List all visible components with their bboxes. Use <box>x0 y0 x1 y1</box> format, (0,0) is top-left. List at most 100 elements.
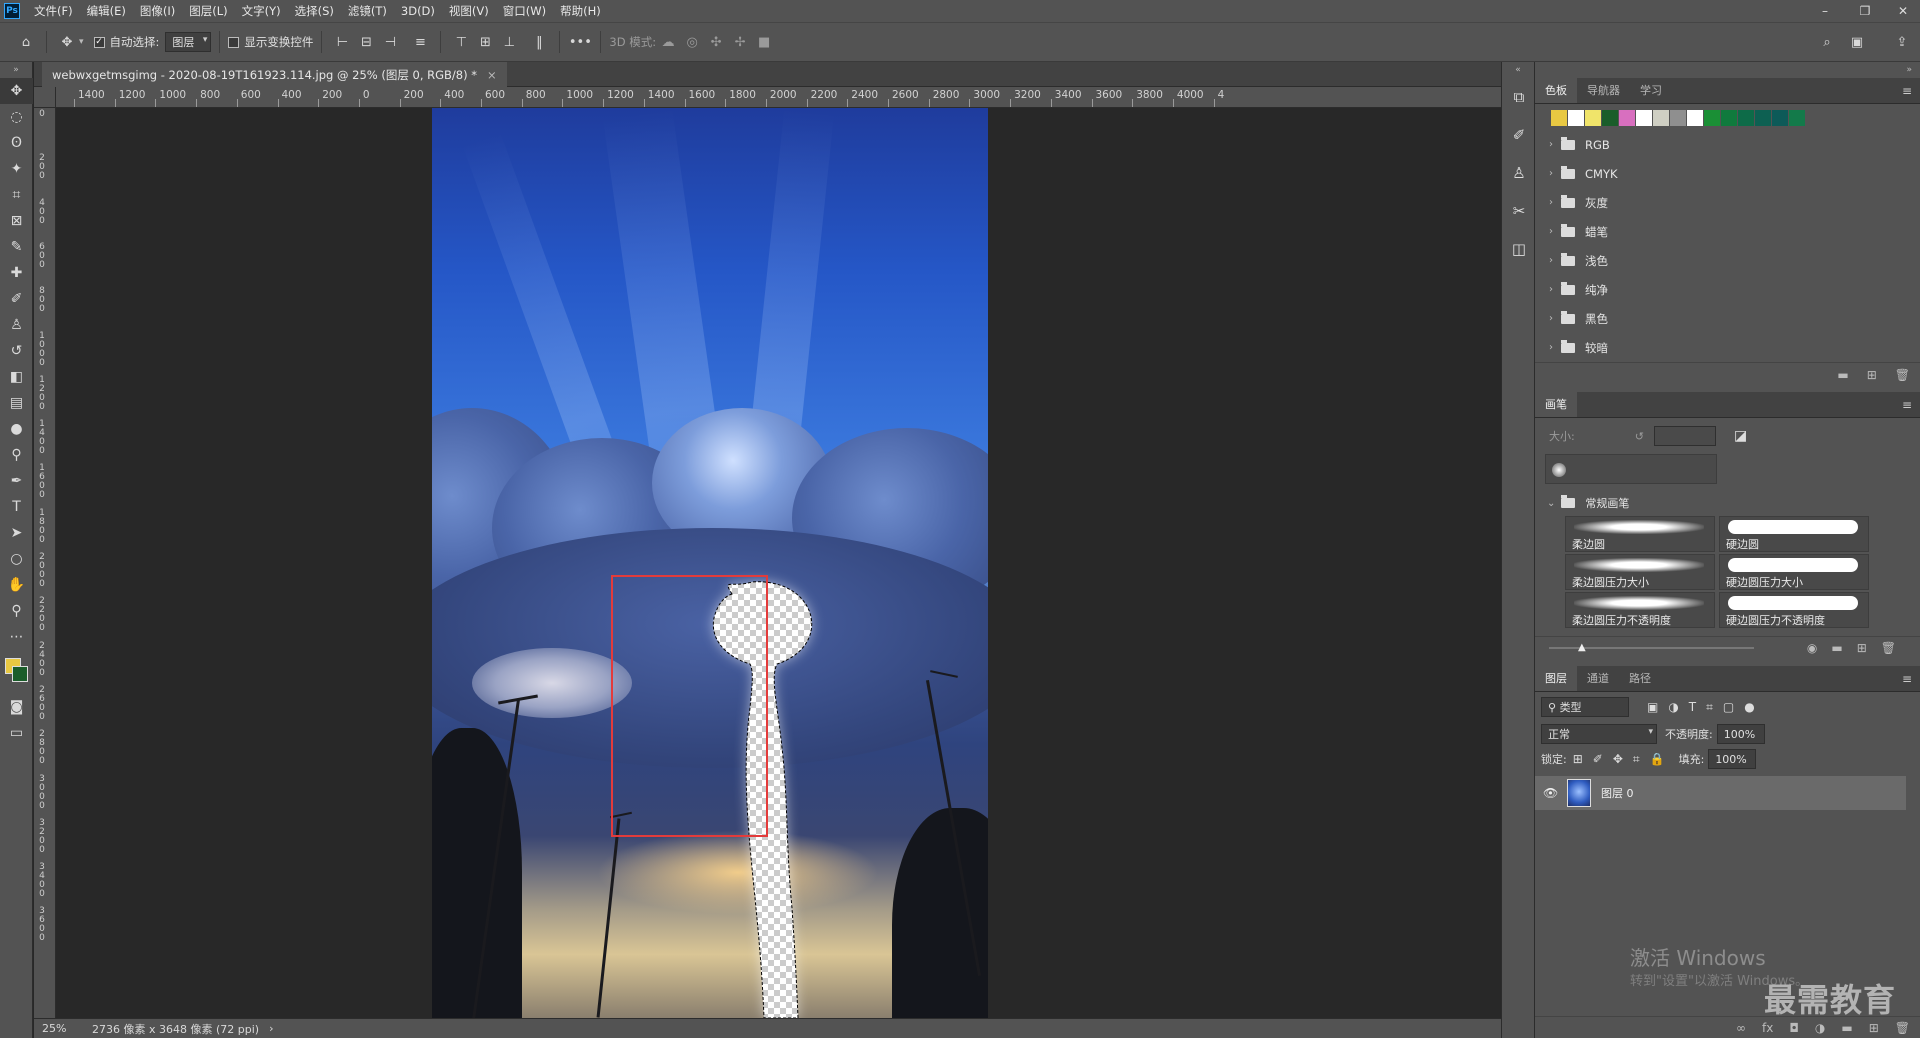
collapse-toolbox-icon[interactable]: » <box>0 62 32 78</box>
folder-expand-icon[interactable]: › <box>1549 342 1553 353</box>
menu-help[interactable]: 帮助(H) <box>560 3 601 19</box>
restore-button[interactable]: ❐ <box>1850 0 1880 22</box>
brush-size-field[interactable] <box>1653 426 1716 446</box>
color-swatch[interactable] <box>1551 110 1567 126</box>
brush-preset[interactable]: 柔边圆压力大小 <box>1565 554 1715 590</box>
status-menu-arrow[interactable]: › <box>269 1022 273 1035</box>
workspace-icon[interactable]: ▣ <box>1845 30 1869 54</box>
auto-select-target-select[interactable]: 图层 <box>165 32 212 52</box>
layers-panel-menu-icon[interactable]: ≡ <box>1902 672 1912 686</box>
brush-group-name[interactable]: 常规画笔 <box>1585 495 1629 511</box>
swatch-folder[interactable]: › 较暗 <box>1535 333 1920 362</box>
color-swatch[interactable] <box>1704 110 1720 126</box>
delete-swatch-icon[interactable]: 🗑 <box>1895 368 1910 382</box>
align-middle-v-icon[interactable]: ⊞ <box>473 30 497 54</box>
delete-layer-icon[interactable]: 🗑 <box>1895 1021 1910 1035</box>
tab-paths[interactable]: 路径 <box>1619 665 1661 691</box>
quick-mask-icon[interactable]: ◙ <box>0 694 33 720</box>
group-expand-icon[interactable]: ⌄ <box>1547 498 1555 509</box>
menu-edit[interactable]: 编辑(E) <box>87 3 126 19</box>
dodge-tool-icon[interactable]: ⚲ <box>0 442 33 468</box>
align-top-icon[interactable]: ⊤ <box>449 30 473 54</box>
brush-preset[interactable]: 柔边圆 <box>1565 516 1715 552</box>
3d-pan-icon[interactable]: ✣ <box>704 30 728 54</box>
stamp-tool-icon[interactable]: ♙ <box>0 312 33 338</box>
color-swatch[interactable] <box>1619 110 1635 126</box>
lasso-tool-icon[interactable]: ʘ <box>0 130 33 156</box>
distribute-v-icon[interactable]: ‖ <box>527 30 551 54</box>
eraser-tool-icon[interactable]: ◧ <box>0 364 33 390</box>
swatch-folder[interactable]: › 灰度 <box>1535 188 1920 217</box>
hand-tool-icon[interactable]: ✋ <box>0 572 33 598</box>
distribute-h-icon[interactable]: ≡ <box>408 30 432 54</box>
menu-view[interactable]: 视图(V) <box>449 3 489 19</box>
swatch-folder[interactable]: › 蜡笔 <box>1535 217 1920 246</box>
ruler-origin[interactable] <box>34 87 56 108</box>
lock-icons[interactable]: ⊞✐✥⌗🔒 <box>1573 752 1675 767</box>
swatch-folder[interactable]: › 纯净 <box>1535 275 1920 304</box>
eyedropper-tool-icon[interactable]: ✎ <box>0 234 33 260</box>
brush-preset[interactable]: 柔边圆压力不透明度 <box>1565 592 1715 628</box>
tool-presets-icon[interactable]: ✂ <box>1502 192 1536 230</box>
swatch-folder[interactable]: › 浅色 <box>1535 246 1920 275</box>
move-tool-icon[interactable]: ✥ <box>0 78 33 104</box>
align-center-h-icon[interactable]: ⊟ <box>354 30 378 54</box>
panel-menu-icon[interactable]: ≡ <box>1902 84 1912 98</box>
fill-field[interactable]: 100% <box>1708 749 1757 769</box>
color-swatch[interactable] <box>1789 110 1805 126</box>
layer-filter-icons[interactable]: ▣◑T⌗▢● <box>1647 700 1765 715</box>
history-brush-tool-icon[interactable]: ↺ <box>0 338 33 364</box>
layer-visibility-eye-icon[interactable]: 👁 <box>1543 786 1561 800</box>
healing-brush-tool-icon[interactable]: ✚ <box>0 260 33 286</box>
type-tool-icon[interactable]: T <box>0 494 33 520</box>
gradient-tool-icon[interactable]: ▤ <box>0 390 33 416</box>
brush-preset[interactable]: 硬边圆压力大小 <box>1719 554 1869 590</box>
opacity-field[interactable]: 100% <box>1716 724 1765 744</box>
pen-tool-icon[interactable]: ✒ <box>0 468 33 494</box>
folder-expand-icon[interactable]: › <box>1549 197 1553 208</box>
background-color-swatch[interactable] <box>12 666 28 682</box>
zoom-tool-icon[interactable]: ⚲ <box>0 598 33 624</box>
show-transform-checkbox[interactable] <box>228 36 240 48</box>
layer-filter-select[interactable]: ⚲ 类型 <box>1541 697 1629 717</box>
brush-preset[interactable]: 硬边圆压力不透明度 <box>1719 592 1869 628</box>
brush-settings-toggle-icon[interactable]: ◪ <box>1734 428 1747 444</box>
clone-source-icon[interactable]: ♙ <box>1502 154 1536 192</box>
tab-layers[interactable]: 图层 <box>1535 665 1577 691</box>
3d-orbit-icon[interactable]: ☁ <box>656 30 680 54</box>
swatch-folder[interactable]: › CMYK <box>1535 159 1920 188</box>
color-swatch[interactable] <box>1772 110 1788 126</box>
home-icon[interactable]: ⌂ <box>14 30 38 54</box>
tab-brushes[interactable]: 画笔 <box>1535 391 1577 417</box>
color-swatch[interactable] <box>1602 110 1618 126</box>
folder-expand-icon[interactable]: › <box>1549 313 1553 324</box>
search-icon[interactable]: ⌕ <box>1815 30 1839 54</box>
vertical-ruler[interactable]: 0 200 400 600 800 1000 1200 1400 1600 1800 2000 220… <box>34 108 56 1018</box>
tab-channels[interactable]: 通道 <box>1577 665 1619 691</box>
folder-expand-icon[interactable]: › <box>1549 284 1553 295</box>
color-swatch[interactable] <box>1670 110 1686 126</box>
screen-mode-icon[interactable]: ▭ <box>0 720 33 746</box>
layer-row[interactable]: 👁 图层 0 <box>1535 776 1906 810</box>
blur-tool-icon[interactable]: ● <box>0 416 33 442</box>
color-swatch[interactable] <box>1687 110 1703 126</box>
share-icon[interactable]: ⇪ <box>1890 30 1914 54</box>
collapse-dock-icon[interactable]: « <box>1502 62 1534 78</box>
new-group-folder-icon[interactable]: ▬ <box>1841 1021 1852 1035</box>
brush-settings-icon[interactable]: ✐ <box>1502 116 1536 154</box>
color-swatch[interactable] <box>1755 110 1771 126</box>
document-tab[interactable]: webwxgetmsgimg - 2020-08-19T161923.114.j… <box>42 62 507 87</box>
close-document-icon[interactable]: × <box>487 68 497 82</box>
collapse-panels-icon[interactable]: » <box>1535 62 1920 78</box>
new-group-icon[interactable]: ▬ <box>1837 368 1848 382</box>
color-picker[interactable] <box>0 650 32 694</box>
magic-wand-tool-icon[interactable]: ✦ <box>0 156 33 182</box>
history-panel-icon[interactable]: ⧉ <box>1502 78 1536 116</box>
edit-toolbar-icon[interactable]: ⋯ <box>0 624 33 650</box>
shape-tool-icon[interactable]: ○ <box>0 546 33 572</box>
more-options-icon[interactable]: ••• <box>568 30 592 54</box>
blend-mode-select[interactable]: 正常 <box>1541 724 1657 744</box>
document-image[interactable] <box>432 108 988 1018</box>
new-layer-icon[interactable]: ⊞ <box>1869 1021 1879 1035</box>
tab-navigator[interactable]: 导航器 <box>1577 77 1630 103</box>
